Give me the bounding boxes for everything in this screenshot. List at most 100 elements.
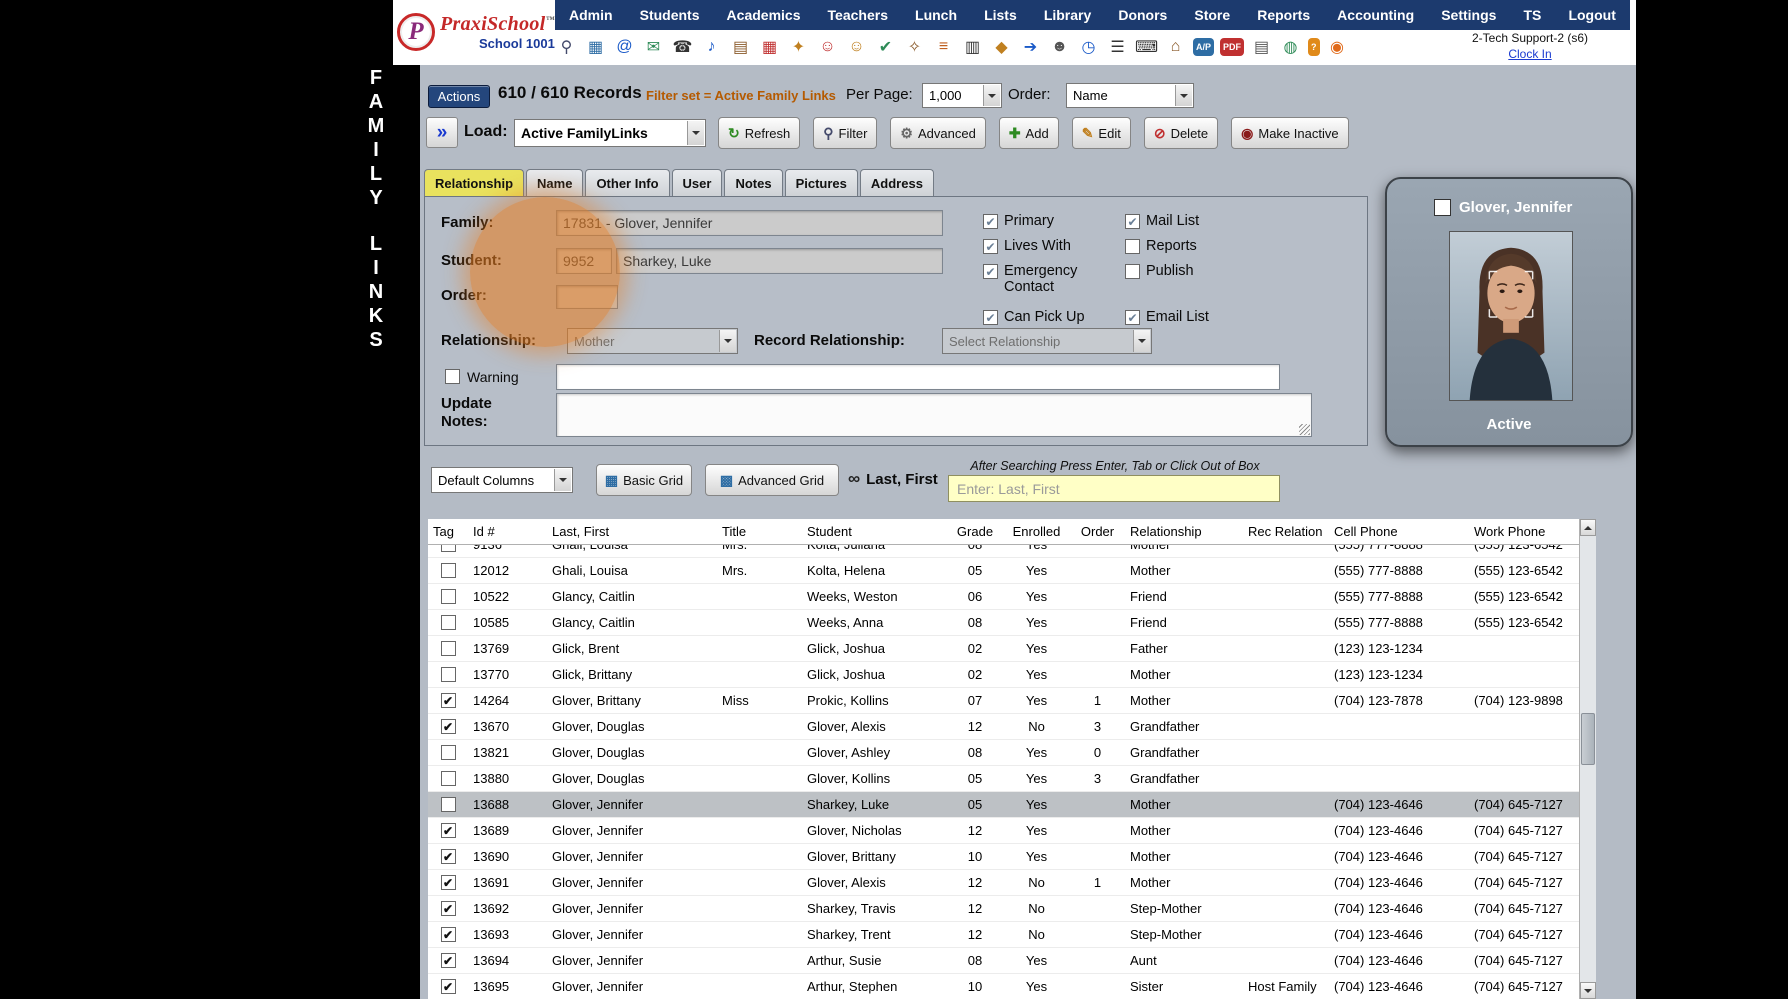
family-input[interactable] <box>556 210 943 236</box>
checkbox-emergency-contact[interactable]: ✔ Emergency Contact <box>983 263 1123 309</box>
column-header-student[interactable]: Student <box>802 519 947 544</box>
column-header-last-first[interactable]: Last, First <box>547 519 717 544</box>
calculator-icon[interactable]: ▥ <box>959 34 986 60</box>
pdf-icon[interactable]: PDF <box>1220 38 1245 56</box>
column-header-rec-relation[interactable]: Rec Relation <box>1243 519 1329 544</box>
table-row[interactable]: 13770 Glick, Brittany Glick, Joshua 02 Yes Mo… <box>428 662 1579 688</box>
row-tag-checkbox[interactable] <box>440 589 456 604</box>
info-icon[interactable]: ◉ <box>1324 34 1351 60</box>
order-by-select[interactable]: Name <box>1066 83 1194 108</box>
tag-icon[interactable]: ◆ <box>988 34 1015 60</box>
folder-icon[interactable]: ⌂ <box>1162 34 1189 60</box>
row-tag-checkbox[interactable]: ✔ <box>440 719 456 734</box>
row-tag-checkbox[interactable]: ✔ <box>440 823 456 838</box>
column-header-tag[interactable]: Tag <box>428 519 468 544</box>
record-relationship-select[interactable]: Select Relationship <box>942 328 1152 354</box>
search-input[interactable] <box>948 475 1280 502</box>
table-row[interactable]: ✔ 13689 Glover, Jennifer Glover, Nicholas 12… <box>428 818 1579 844</box>
advanced-button[interactable]: ⚙ Advanced <box>890 117 986 149</box>
row-tag-checkbox[interactable] <box>440 545 456 552</box>
help-icon[interactable]: ? <box>1308 38 1320 56</box>
scroll-up-button[interactable] <box>1580 519 1596 536</box>
checkbox-publish[interactable]: Publish <box>1125 263 1245 309</box>
nav-item-academics[interactable]: Academics <box>727 7 801 23</box>
nav-item-logout[interactable]: Logout <box>1568 7 1615 23</box>
tab-relationship[interactable]: Relationship <box>424 169 525 196</box>
edit-button[interactable]: ✎ Edit <box>1071 117 1131 149</box>
grid-icon[interactable]: ▦ <box>582 34 609 60</box>
nav-item-students[interactable]: Students <box>640 7 700 23</box>
print-icon[interactable]: ▤ <box>1248 34 1275 60</box>
warning-checkbox[interactable] <box>445 369 460 384</box>
row-tag-checkbox[interactable] <box>440 641 456 656</box>
add-button[interactable]: ✚ Add <box>998 117 1059 149</box>
globe-icon[interactable]: ◍ <box>1277 34 1304 60</box>
tab-other-info[interactable]: Other Info <box>585 169 670 196</box>
row-tag-checkbox[interactable]: ✔ <box>440 901 456 916</box>
tab-user[interactable]: User <box>671 169 723 196</box>
nav-item-lists[interactable]: Lists <box>984 7 1017 23</box>
scroll-thumb[interactable] <box>1581 713 1595 765</box>
people-icon[interactable]: ☻ <box>1046 34 1073 60</box>
keyboard-icon[interactable]: ⌨ <box>1133 34 1160 60</box>
column-header-relationship[interactable]: Relationship <box>1125 519 1243 544</box>
nav-item-teachers[interactable]: Teachers <box>828 7 888 23</box>
wand-icon[interactable]: ✧ <box>901 34 928 60</box>
row-tag-checkbox[interactable] <box>440 667 456 682</box>
student-id-input[interactable] <box>556 248 612 274</box>
speaker-icon[interactable]: ♪ <box>698 34 725 60</box>
warning-input[interactable] <box>556 364 1280 390</box>
relationship-select[interactable]: Mother <box>567 328 738 354</box>
table-row[interactable]: 13880 Glover, Douglas Glover, Kollins 05 Yes… <box>428 766 1579 792</box>
row-tag-checkbox[interactable]: ✔ <box>440 693 456 708</box>
tab-notes[interactable]: Notes <box>724 169 783 196</box>
row-tag-checkbox[interactable] <box>440 615 456 630</box>
row-tag-checkbox[interactable] <box>440 745 456 760</box>
nav-item-store[interactable]: Store <box>1194 7 1230 23</box>
film-icon[interactable]: ▤ <box>727 34 754 60</box>
export-icon[interactable]: ➔ <box>1017 34 1044 60</box>
checkbox-mail-list[interactable]: ✔ Mail List <box>1125 213 1245 238</box>
basic-grid-button[interactable]: ▦ Basic Grid <box>596 464 692 496</box>
table-row[interactable]: ✔ 13692 Glover, Jennifer Sharkey, Travis 12 N… <box>428 896 1579 922</box>
column-header-title[interactable]: Title <box>717 519 802 544</box>
nav-item-donors[interactable]: Donors <box>1118 7 1167 23</box>
row-tag-checkbox[interactable]: ✔ <box>440 979 456 994</box>
table-row[interactable]: ✔ 13691 Glover, Jennifer Glover, Alexis 12 No… <box>428 870 1579 896</box>
table-row[interactable]: 10585 Glancy, Caitlin Weeks, Anna 08 Yes Frie… <box>428 610 1579 636</box>
calendar-icon[interactable]: ▦ <box>756 34 783 60</box>
clock-icon[interactable]: ◷ <box>1075 34 1102 60</box>
row-tag-checkbox[interactable]: ✔ <box>440 875 456 890</box>
row-tag-checkbox[interactable] <box>440 797 456 812</box>
column-header-grade[interactable]: Grade <box>947 519 1003 544</box>
student-icon[interactable]: ☺ <box>814 34 841 60</box>
table-row[interactable]: ✔ 13694 Glover, Jennifer Arthur, Susie 08 Yes… <box>428 948 1579 974</box>
lunch-icon[interactable]: ≡ <box>930 34 957 60</box>
student-name-input[interactable] <box>616 248 943 274</box>
table-row[interactable]: ✔ 14264 Glover, Brittany Miss Prokic, Kollin… <box>428 688 1579 714</box>
filter-button[interactable]: ⚲ Filter <box>813 117 878 149</box>
tab-address[interactable]: Address <box>859 169 934 196</box>
table-row[interactable]: ✔ 13690 Glover, Jennifer Glover, Brittany 10… <box>428 844 1579 870</box>
search-icon[interactable]: ⚲ <box>553 34 580 60</box>
megaphone-icon[interactable]: ✦ <box>785 34 812 60</box>
table-row[interactable]: ✔ 13693 Glover, Jennifer Sharkey, Trent 12 No… <box>428 922 1579 948</box>
clock-in-link[interactable]: Clock In <box>1508 47 1551 61</box>
profile-tag-checkbox[interactable] <box>1434 199 1451 216</box>
delete-button[interactable]: ⊘ Delete <box>1143 117 1219 149</box>
row-tag-checkbox[interactable]: ✔ <box>440 849 456 864</box>
parent-icon[interactable]: ☺ <box>843 34 870 60</box>
column-header-enrolled[interactable]: Enrolled <box>1003 519 1070 544</box>
table-row[interactable]: ✔ 13695 Glover, Jennifer Arthur, Stephen 10 Y… <box>428 974 1579 999</box>
column-header-id[interactable]: Id # <box>468 519 547 544</box>
table-row[interactable]: 13821 Glover, Douglas Glover, Ashley 08 Yes 0… <box>428 740 1579 766</box>
table-row[interactable]: 10522 Glancy, Caitlin Weeks, Weston 06 Yes Fr… <box>428 584 1579 610</box>
load-select[interactable]: Active FamilyLinks <box>514 119 706 147</box>
column-header-work-phone[interactable]: Work Phone <box>1469 519 1579 544</box>
attendance-icon[interactable]: ✔ <box>872 34 899 60</box>
nav-item-reports[interactable]: Reports <box>1257 7 1310 23</box>
tab-name[interactable]: Name <box>526 169 584 196</box>
tab-pictures[interactable]: Pictures <box>784 169 858 196</box>
row-tag-checkbox[interactable]: ✔ <box>440 953 456 968</box>
checkbox-reports[interactable]: Reports <box>1125 238 1245 263</box>
